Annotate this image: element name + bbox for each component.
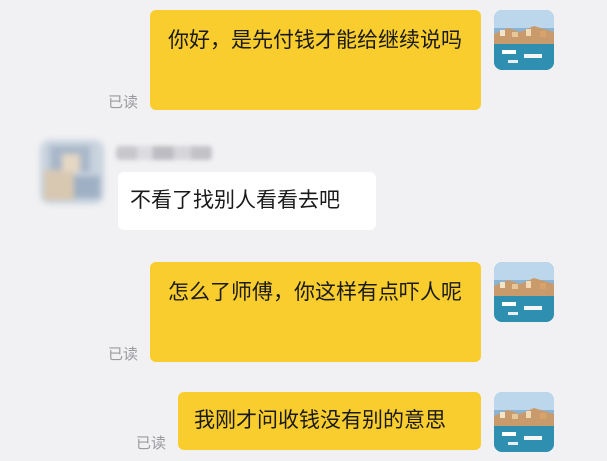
blurred-avatar-icon [40,140,104,204]
harbor-photo-avatar-icon [494,10,554,70]
read-status: 已读 [136,434,167,452]
chat-window: 你好，是先付钱才能给继续说吗 已读 不看了找别人看看去吧 怎么了师傅，你这样有点… [0,0,607,461]
sender-name-blurred [116,146,212,160]
message-bubble-outgoing[interactable]: 怎么了师傅，你这样有点吓人呢 [150,262,481,362]
message-bubble-incoming[interactable]: 不看了找别人看看去吧 [118,172,376,230]
read-status: 已读 [108,93,139,111]
message-bubble-outgoing[interactable]: 你好，是先付钱才能给继续说吗 [150,10,481,110]
self-avatar-icon[interactable] [494,262,554,322]
self-avatar-icon[interactable] [494,10,554,70]
self-avatar-icon[interactable] [494,392,554,452]
harbor-photo-avatar-icon [494,262,554,322]
other-avatar-icon[interactable] [40,140,104,204]
message-bubble-outgoing[interactable]: 我刚才问收钱没有别的意思 [178,392,481,450]
harbor-photo-avatar-icon [494,392,554,452]
read-status: 已读 [108,345,139,363]
